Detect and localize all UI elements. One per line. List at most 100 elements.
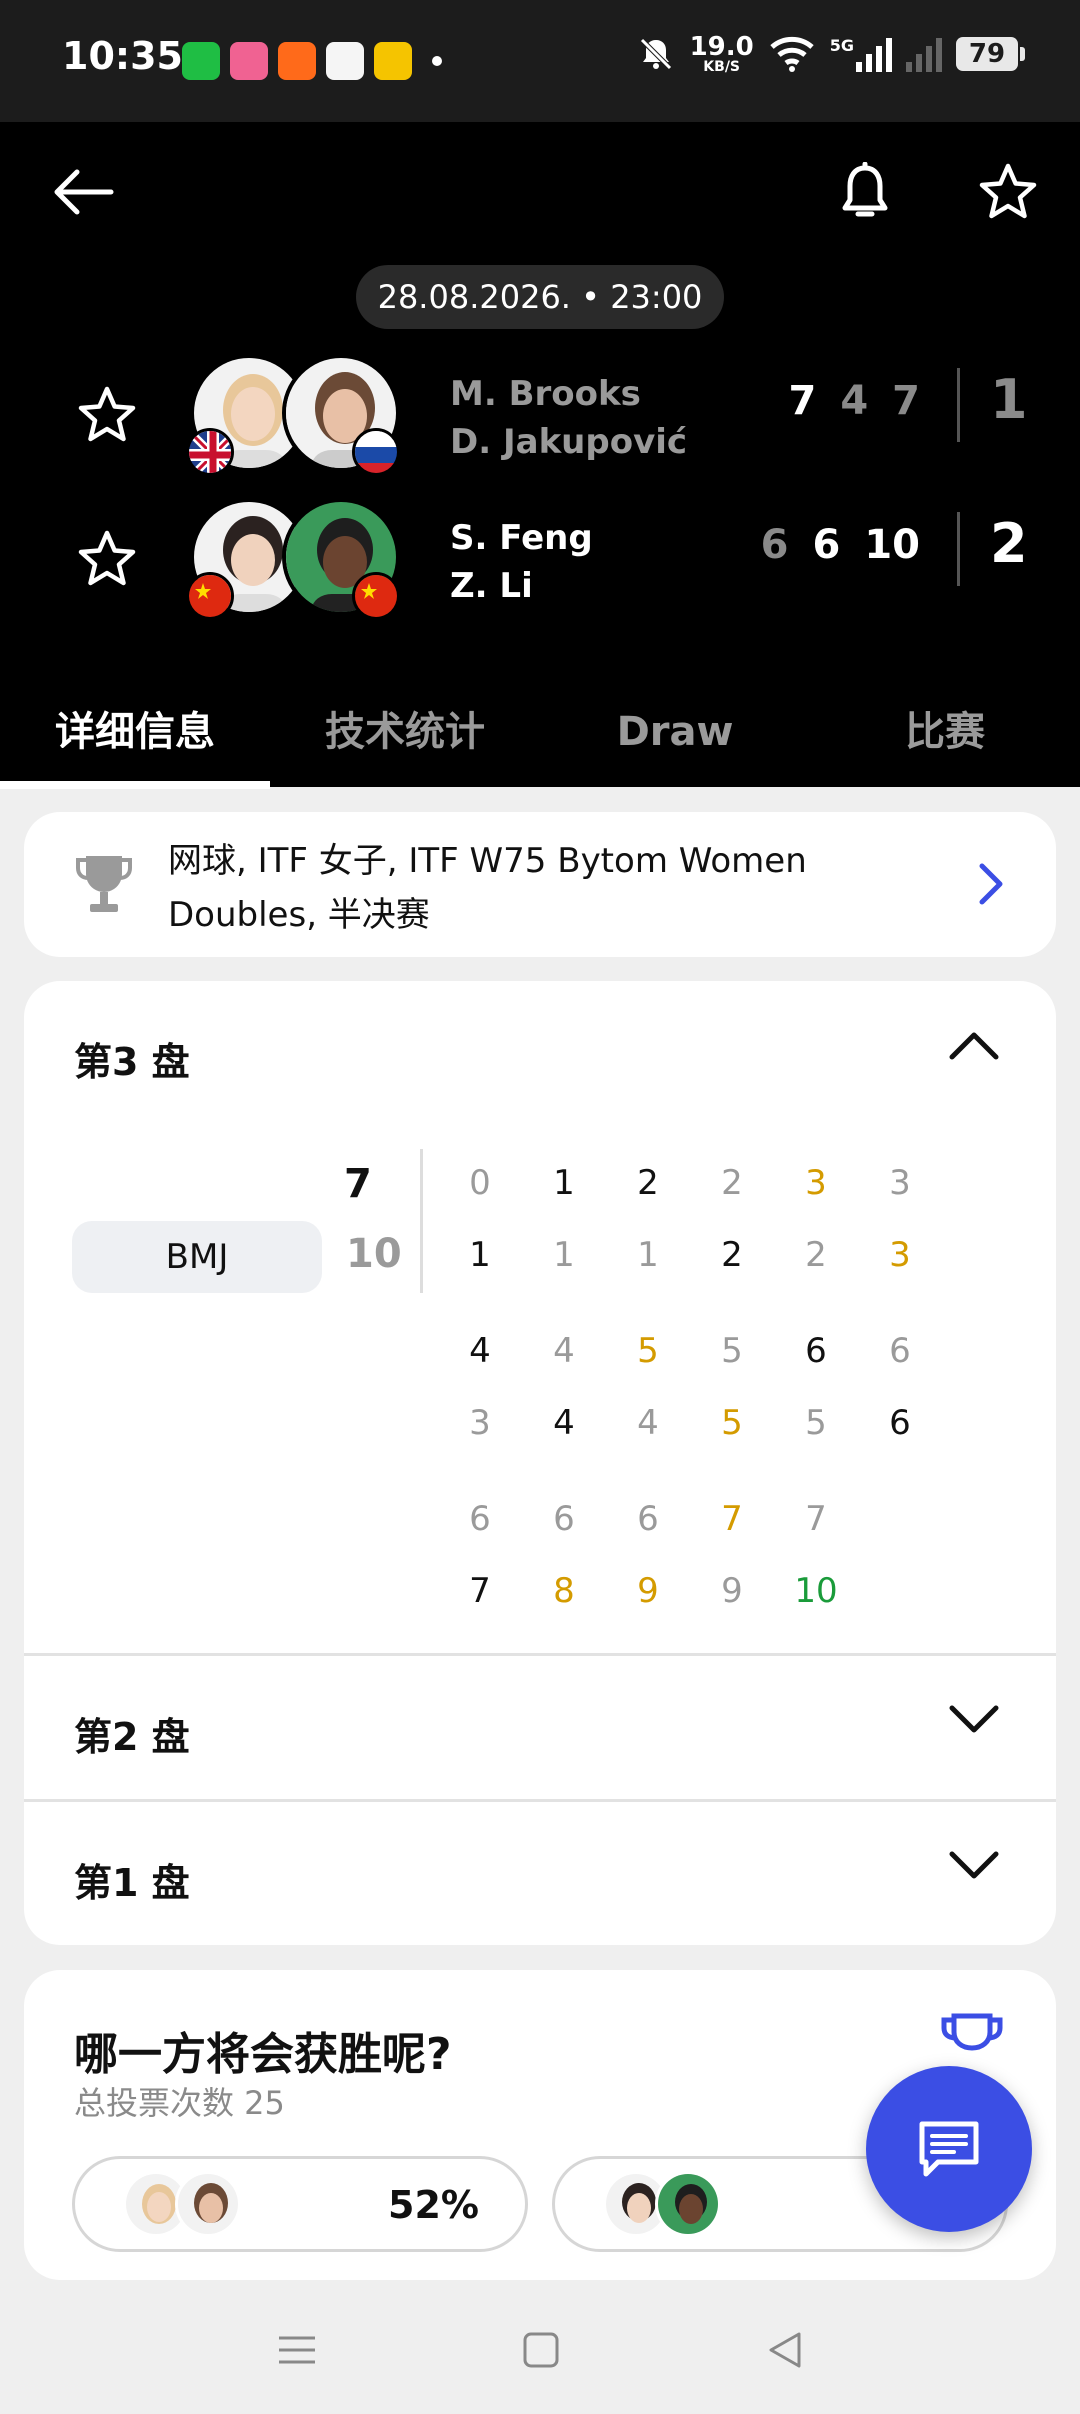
- uk-flag-icon: [186, 428, 234, 476]
- point: 5: [805, 1403, 827, 1443]
- point: 3: [469, 1403, 491, 1443]
- team-1-set-scores: 7 4 7: [788, 378, 920, 424]
- tournament-card[interactable]: 网球, ITF 女子, ITF W75 Bytom Women Doubles,…: [24, 812, 1056, 957]
- chevron-right-icon: [976, 862, 1006, 910]
- system-nav-bar: [0, 2290, 1080, 2414]
- star-icon: [78, 530, 136, 586]
- wechat-icon: [182, 42, 220, 80]
- set-1-header[interactable]: 第1 盘: [24, 1802, 1056, 1945]
- status-right: 19.0 KB/S 5G 79: [636, 32, 1025, 75]
- battery-indicator: 79: [956, 37, 1025, 71]
- wallet-icon: [326, 42, 364, 80]
- point: 2: [721, 1235, 743, 1275]
- point: 10: [794, 1571, 838, 1611]
- point: 3: [805, 1163, 827, 1203]
- point: 8: [553, 1571, 575, 1611]
- point: 7: [805, 1499, 827, 1539]
- player-name: S. Feng: [450, 518, 593, 558]
- tab-matches[interactable]: 比赛: [810, 682, 1080, 787]
- cell-signal-5g: 5G: [830, 36, 892, 72]
- point: 6: [889, 1331, 911, 1371]
- team-row-1: M. Brooks D. Jakupović 7 4 7 1: [0, 348, 1080, 478]
- star-icon: [78, 386, 136, 442]
- team-1-total: 1: [990, 368, 1028, 431]
- bell-icon: [842, 162, 888, 217]
- set-2-header[interactable]: 第2 盘: [24, 1656, 1056, 1802]
- net-speed: 19.0 KB/S: [689, 32, 754, 75]
- china-flag-icon: [352, 572, 400, 620]
- set-title: 第2 盘: [74, 1715, 190, 1759]
- status-bar: 10:35 19.0 KB/S 5G 79: [0, 0, 1080, 122]
- tab-stats[interactable]: 技术统计: [270, 682, 540, 787]
- point: 6: [469, 1499, 491, 1539]
- chevron-up-icon: [948, 1029, 1000, 1065]
- point: 1: [553, 1235, 575, 1275]
- set-score-team-2: 10: [346, 1231, 402, 1277]
- point: 3: [889, 1235, 911, 1275]
- status-time: 10:35: [62, 34, 183, 78]
- chevron-down-icon: [948, 1850, 1000, 1886]
- point: 2: [721, 1163, 743, 1203]
- wifi-icon: [770, 36, 814, 72]
- favorite-team-button[interactable]: [72, 524, 142, 594]
- back-nav-button[interactable]: [750, 2320, 820, 2380]
- point: 1: [469, 1235, 491, 1275]
- tab-details[interactable]: 详细信息: [0, 682, 270, 789]
- set-score: 6: [760, 522, 789, 568]
- slovenia-flag-icon: [352, 428, 400, 476]
- point: 4: [553, 1403, 575, 1443]
- set-score: 10: [864, 522, 920, 568]
- player-name: D. Jakupović: [450, 422, 688, 462]
- china-flag-icon: [186, 572, 234, 620]
- menu-nav-button[interactable]: [262, 2320, 332, 2380]
- favorite-team-button[interactable]: [72, 380, 142, 450]
- point: 5: [637, 1331, 659, 1371]
- favorite-match-button[interactable]: [973, 157, 1043, 227]
- mute-bell-icon: [639, 38, 672, 70]
- vote-team-1-button[interactable]: 52%: [72, 2156, 528, 2252]
- team-2-names: S. Feng Z. Li: [450, 514, 593, 610]
- team-1-names: M. Brooks D. Jakupović: [450, 370, 687, 466]
- match-tabs: 详细信息 技术统计 Draw 比赛: [0, 682, 1080, 789]
- player-avatar: [175, 2171, 241, 2237]
- point: 9: [721, 1571, 743, 1611]
- point: 5: [721, 1403, 743, 1443]
- set-title: 第1 盘: [74, 1861, 190, 1905]
- point: 7: [721, 1499, 743, 1539]
- triangle-back-icon: [769, 2332, 801, 2368]
- point: 2: [637, 1163, 659, 1203]
- score-divider: [957, 512, 960, 586]
- player-name: Z. Li: [450, 566, 533, 606]
- point: 6: [637, 1499, 659, 1539]
- status-app-icons: [182, 42, 442, 80]
- divider: [420, 1149, 423, 1293]
- point: 4: [469, 1331, 491, 1371]
- trophy-icon: [74, 852, 134, 920]
- vote-percentage: 52%: [388, 2183, 479, 2227]
- tab-draw[interactable]: Draw: [540, 682, 810, 787]
- match-header: 28.08.2026. • 23:00 M. Brooks D. Jakupov…: [0, 122, 1080, 789]
- player-avatar: [655, 2171, 721, 2237]
- sets-card: 第3 盘 7 BMJ 10 0 1 2 2 3 3 1 1 1 2 2 3 4 …: [24, 981, 1056, 1945]
- match-datetime: 28.08.2026. • 23:00: [356, 265, 724, 329]
- point: 1: [553, 1163, 575, 1203]
- home-nav-button[interactable]: [506, 2320, 576, 2380]
- point: 3: [889, 1163, 911, 1203]
- chevron-down-icon: [948, 1704, 1000, 1740]
- star-icon: [979, 163, 1037, 219]
- set-3-header[interactable]: 第3 盘: [24, 981, 1056, 1127]
- team-row-2: S. Feng Z. Li 6 6 10 2: [0, 492, 1080, 622]
- team-2-total: 2: [990, 512, 1028, 575]
- chat-button[interactable]: [866, 2066, 1032, 2232]
- set-score-team-1: 7: [344, 1161, 372, 1207]
- back-button[interactable]: [48, 157, 118, 227]
- notification-button[interactable]: [830, 157, 900, 227]
- point: 6: [889, 1403, 911, 1443]
- set-score: 7: [892, 378, 920, 424]
- tournament-name: 网球, ITF 女子, ITF W75 Bytom Women Doubles,…: [168, 841, 807, 935]
- team-2-set-scores: 6 6 10: [761, 522, 920, 568]
- arrow-left-icon: [54, 169, 114, 215]
- tiebreak-label: BMJ: [72, 1221, 322, 1293]
- set-score: 7: [788, 378, 817, 424]
- point: 6: [805, 1331, 827, 1371]
